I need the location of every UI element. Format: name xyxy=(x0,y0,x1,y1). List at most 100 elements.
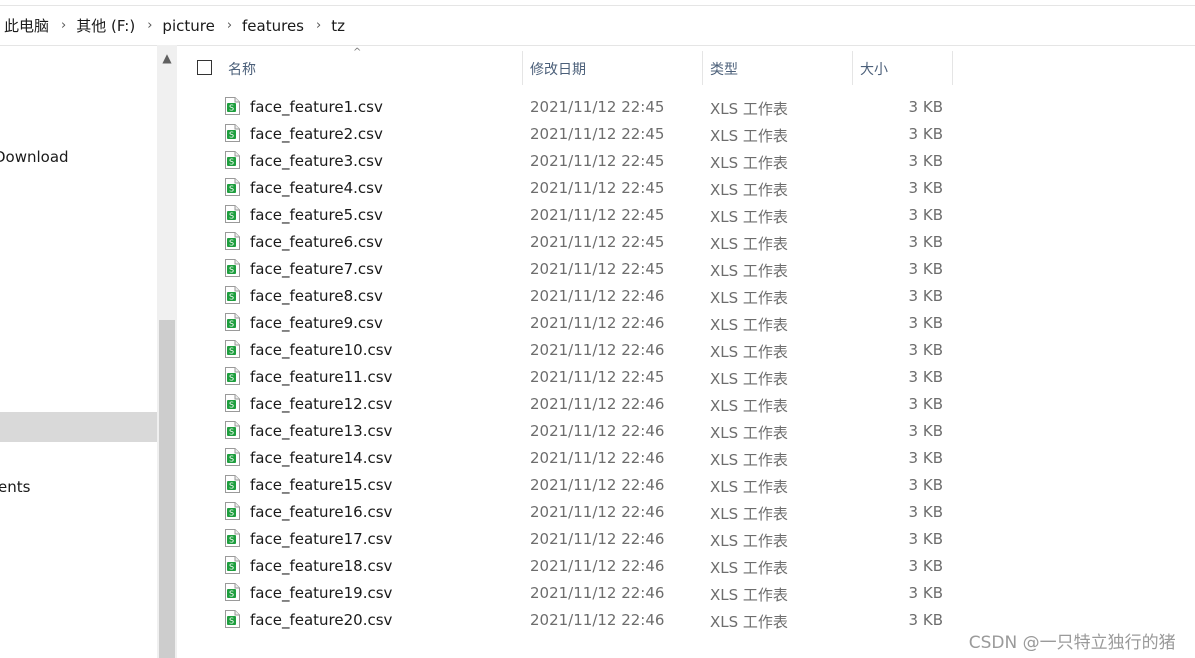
file-name[interactable]: face_feature19.csv xyxy=(250,584,392,602)
column-divider[interactable] xyxy=(702,51,703,85)
file-row[interactable]: Sface_feature9.csv 2021/11/12 22:46 XLS 工作… xyxy=(177,309,1195,336)
file-name[interactable]: face_feature6.csv xyxy=(250,233,383,251)
file-name[interactable]: face_feature7.csv xyxy=(250,260,383,278)
svg-text:S: S xyxy=(229,293,234,302)
file-size: 3 KB xyxy=(908,503,943,521)
file-type: XLS 工作表 xyxy=(710,478,788,496)
column-divider[interactable] xyxy=(852,51,853,85)
spreadsheet-file-icon: S xyxy=(225,475,240,493)
breadcrumb-picture[interactable]: picture xyxy=(160,17,220,35)
column-header-date[interactable]: 修改日期 xyxy=(530,59,586,79)
file-size: 3 KB xyxy=(908,206,943,224)
file-name[interactable]: face_feature18.csv xyxy=(250,557,392,575)
column-divider[interactable] xyxy=(522,51,523,85)
svg-text:S: S xyxy=(229,482,234,491)
file-type: XLS 工作表 xyxy=(710,613,788,631)
file-size: 3 KB xyxy=(908,260,943,278)
nav-item-documents[interactable]: ents xyxy=(0,478,30,496)
nav-item-download[interactable]: Download xyxy=(0,148,69,166)
file-row[interactable]: Sface_feature1.csv 2021/11/12 22:45 XLS 工作… xyxy=(177,93,1195,120)
file-row[interactable]: Sface_feature18.csv 2021/11/12 22:46 XLS 工… xyxy=(177,552,1195,579)
file-row[interactable]: Sface_feature15.csv 2021/11/12 22:46 XLS 工… xyxy=(177,471,1195,498)
file-type: XLS 工作表 xyxy=(710,154,788,172)
spreadsheet-file-icon: S xyxy=(225,502,240,520)
file-size: 3 KB xyxy=(908,341,943,359)
file-name[interactable]: face_feature9.csv xyxy=(250,314,383,332)
file-name[interactable]: face_feature20.csv xyxy=(250,611,392,629)
file-name[interactable]: face_feature3.csv xyxy=(250,152,383,170)
select-all-checkbox[interactable] xyxy=(197,60,212,75)
file-row[interactable]: Sface_feature10.csv 2021/11/12 22:46 XLS 工… xyxy=(177,336,1195,363)
svg-text:S: S xyxy=(229,239,234,248)
file-type: XLS 工作表 xyxy=(710,181,788,199)
chevron-right-icon[interactable]: › xyxy=(310,18,329,33)
file-type: XLS 工作表 xyxy=(710,235,788,253)
spreadsheet-file-icon: S xyxy=(225,178,240,196)
file-row[interactable]: Sface_feature12.csv 2021/11/12 22:46 XLS 工… xyxy=(177,390,1195,417)
file-name[interactable]: face_feature13.csv xyxy=(250,422,392,440)
file-name[interactable]: face_feature1.csv xyxy=(250,98,383,116)
file-name[interactable]: face_feature2.csv xyxy=(250,125,383,143)
breadcrumb-drive-f[interactable]: 其他 (F:) xyxy=(74,15,141,36)
spreadsheet-file-icon: S xyxy=(225,367,240,385)
file-date: 2021/11/12 22:46 xyxy=(530,341,665,359)
file-row[interactable]: Sface_feature6.csv 2021/11/12 22:45 XLS 工作… xyxy=(177,228,1195,255)
file-row[interactable]: Sface_feature17.csv 2021/11/12 22:46 XLS 工… xyxy=(177,525,1195,552)
column-header-name[interactable]: 名称 xyxy=(228,59,256,79)
spreadsheet-file-icon: S xyxy=(225,583,240,601)
column-header-type[interactable]: 类型 xyxy=(710,59,738,79)
file-size: 3 KB xyxy=(908,476,943,494)
chevron-right-icon[interactable]: › xyxy=(221,18,240,33)
file-date: 2021/11/12 22:46 xyxy=(530,449,665,467)
breadcrumb-this-pc[interactable]: 此电脑 xyxy=(2,15,55,36)
file-date: 2021/11/12 22:46 xyxy=(530,557,665,575)
scroll-up-arrow-icon[interactable]: ▲ xyxy=(157,51,177,65)
spreadsheet-file-icon: S xyxy=(225,151,240,169)
file-type: XLS 工作表 xyxy=(710,586,788,604)
nav-item-selected[interactable] xyxy=(0,412,157,442)
file-size: 3 KB xyxy=(908,584,943,602)
chevron-right-icon[interactable]: › xyxy=(55,18,74,33)
file-name[interactable]: face_feature5.csv xyxy=(250,206,383,224)
spreadsheet-file-icon: S xyxy=(225,124,240,142)
file-name[interactable]: face_feature14.csv xyxy=(250,449,392,467)
file-type: XLS 工作表 xyxy=(710,532,788,550)
file-row[interactable]: Sface_feature11.csv 2021/11/12 22:45 XLS 工… xyxy=(177,363,1195,390)
column-header-size[interactable]: 大小 xyxy=(860,59,888,79)
svg-text:S: S xyxy=(229,266,234,275)
file-row[interactable]: Sface_feature2.csv 2021/11/12 22:45 XLS 工作… xyxy=(177,120,1195,147)
file-size: 3 KB xyxy=(908,422,943,440)
spreadsheet-file-icon: S xyxy=(225,421,240,439)
watermark: CSDN @一只特立独行的猪 ️ xyxy=(968,633,1181,653)
file-date: 2021/11/12 22:46 xyxy=(530,395,665,413)
file-row[interactable]: Sface_feature8.csv 2021/11/12 22:46 XLS 工作… xyxy=(177,282,1195,309)
file-name[interactable]: face_feature17.csv xyxy=(250,530,392,548)
spreadsheet-file-icon: S xyxy=(225,313,240,331)
file-row[interactable]: Sface_feature5.csv 2021/11/12 22:45 XLS 工作… xyxy=(177,201,1195,228)
breadcrumb-tz[interactable]: tz xyxy=(329,17,351,35)
scrollbar-thumb[interactable] xyxy=(159,320,175,658)
file-date: 2021/11/12 22:46 xyxy=(530,314,665,332)
file-row[interactable]: Sface_feature4.csv 2021/11/12 22:45 XLS 工作… xyxy=(177,174,1195,201)
nav-scrollbar[interactable]: ▲ xyxy=(157,45,177,658)
file-name[interactable]: face_feature11.csv xyxy=(250,368,392,386)
file-name[interactable]: face_feature4.csv xyxy=(250,179,383,197)
file-row[interactable]: Sface_feature13.csv 2021/11/12 22:46 XLS 工… xyxy=(177,417,1195,444)
svg-text:S: S xyxy=(229,158,234,167)
file-name[interactable]: face_feature15.csv xyxy=(250,476,392,494)
file-row[interactable]: Sface_feature7.csv 2021/11/12 22:45 XLS 工作… xyxy=(177,255,1195,282)
file-name[interactable]: face_feature16.csv xyxy=(250,503,392,521)
svg-text:S: S xyxy=(229,536,234,545)
address-bar[interactable]: 此电脑 › 其他 (F:) › picture › features › tz xyxy=(0,5,1195,46)
chevron-right-icon[interactable]: › xyxy=(141,18,160,33)
file-row[interactable]: Sface_feature19.csv 2021/11/12 22:46 XLS 工… xyxy=(177,579,1195,606)
file-name[interactable]: face_feature10.csv xyxy=(250,341,392,359)
file-name[interactable]: face_feature8.csv xyxy=(250,287,383,305)
file-row[interactable]: Sface_feature14.csv 2021/11/12 22:46 XLS 工… xyxy=(177,444,1195,471)
svg-text:S: S xyxy=(229,347,234,356)
file-row[interactable]: Sface_feature3.csv 2021/11/12 22:45 XLS 工作… xyxy=(177,147,1195,174)
file-row[interactable]: Sface_feature16.csv 2021/11/12 22:46 XLS 工… xyxy=(177,498,1195,525)
column-divider[interactable] xyxy=(952,51,953,85)
breadcrumb-features[interactable]: features xyxy=(240,17,310,35)
file-name[interactable]: face_feature12.csv xyxy=(250,395,392,413)
